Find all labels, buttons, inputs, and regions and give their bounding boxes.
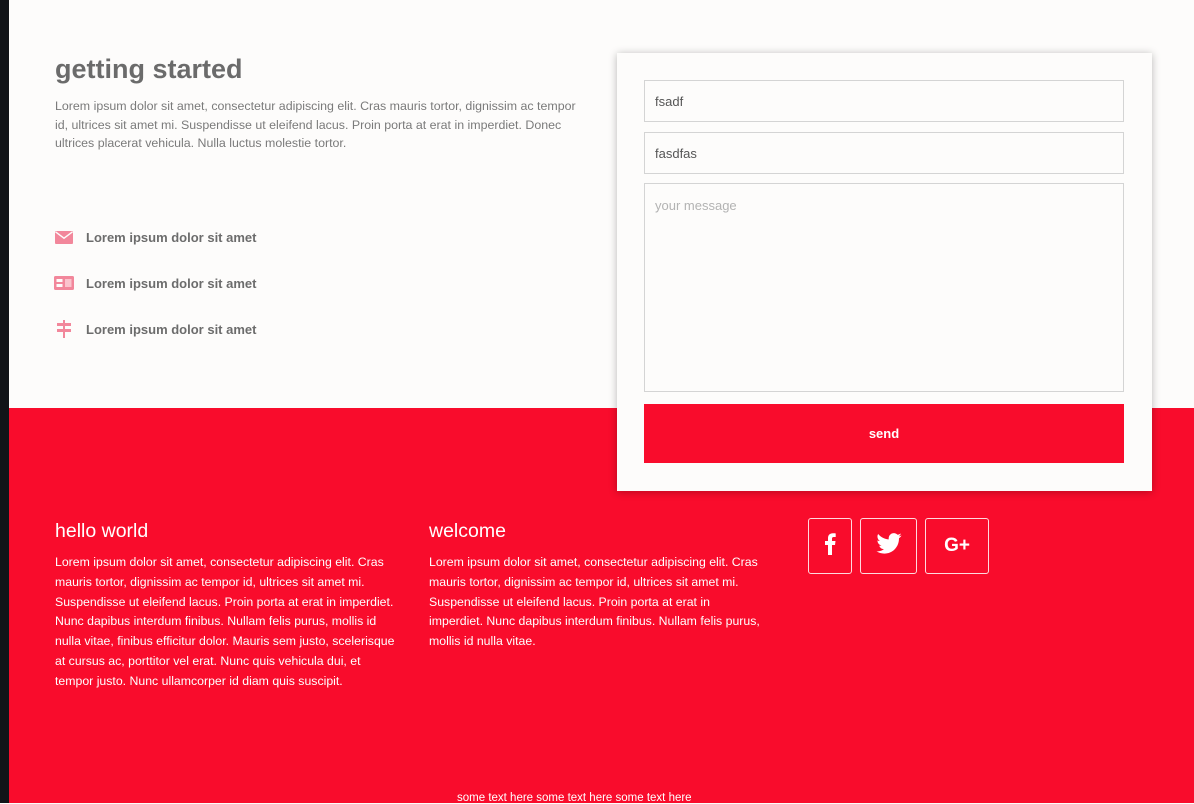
contact-item-id: Lorem ipsum dolor sit amet xyxy=(54,272,256,294)
contact-label-id: Lorem ipsum dolor sit amet xyxy=(86,275,257,291)
footer-col2-text: Lorem ipsum dolor sit amet, consectetur … xyxy=(429,555,760,649)
send-button[interactable]: send xyxy=(644,404,1124,463)
contact-form: send xyxy=(617,53,1152,491)
google-plus-icon: G+ xyxy=(944,535,970,556)
contact-list: Lorem ipsum dolor sit amet Lorem ipsum d… xyxy=(54,226,256,364)
footer-col2-title: welcome xyxy=(429,520,506,542)
mail-icon xyxy=(54,227,74,247)
facebook-icon xyxy=(824,532,836,560)
contact-label-mail: Lorem ipsum dolor sit amet xyxy=(86,229,257,245)
id-card-icon xyxy=(54,273,74,293)
signpost-icon xyxy=(54,319,74,339)
intro-text: Lorem ipsum dolor sit amet, consectetur … xyxy=(55,99,576,150)
contact-label-signpost: Lorem ipsum dolor sit amet xyxy=(86,321,257,337)
name-field[interactable] xyxy=(644,80,1124,122)
social-links: G+ xyxy=(808,518,997,574)
twitter-button[interactable] xyxy=(860,518,917,574)
page-title: getting started xyxy=(55,54,243,84)
message-field[interactable] xyxy=(644,183,1124,392)
twitter-icon xyxy=(875,533,902,559)
footer-col1-text: Lorem ipsum dolor sit amet, consectetur … xyxy=(55,555,395,688)
facebook-button[interactable] xyxy=(808,518,852,574)
contact-item-mail: Lorem ipsum dolor sit amet xyxy=(54,226,256,248)
contact-item-signpost: Lorem ipsum dolor sit amet xyxy=(54,318,256,340)
email-field[interactable] xyxy=(644,132,1124,174)
footer-col1-title: hello world xyxy=(55,520,149,542)
left-edge-bar xyxy=(0,0,9,803)
footer-bottom-text: some text here some text here some text … xyxy=(457,792,692,804)
google-plus-button[interactable]: G+ xyxy=(925,518,989,574)
